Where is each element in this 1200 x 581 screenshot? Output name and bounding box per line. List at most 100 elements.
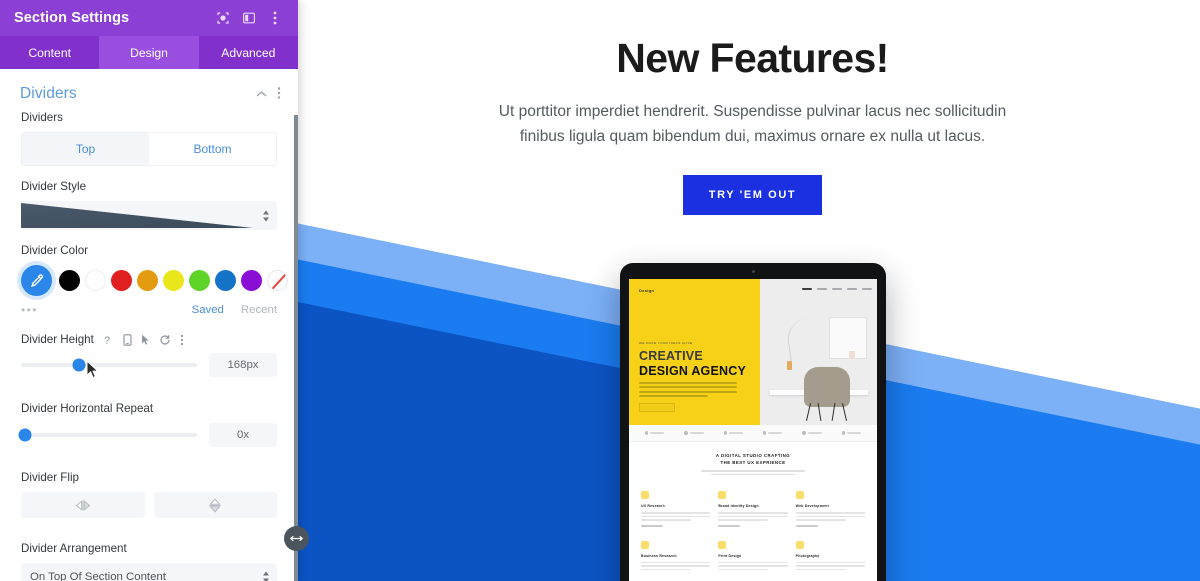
swatch-yellow[interactable] bbox=[163, 270, 184, 291]
field-divider-horizontal-repeat: Divider Horizontal Repeat 0x bbox=[0, 402, 298, 447]
more-options-icon[interactable] bbox=[262, 5, 288, 31]
try-em-out-button[interactable]: Try 'Em Out bbox=[682, 175, 823, 216]
divider-height-label: Divider Height bbox=[21, 333, 94, 346]
card-link bbox=[718, 524, 741, 527]
card-body bbox=[795, 561, 865, 571]
field-divider-style: Divider Style bbox=[0, 180, 298, 230]
app-root: New Features! Ut porttitor imperdiet hen… bbox=[0, 0, 1200, 581]
panel-resize-edge[interactable] bbox=[294, 115, 298, 581]
dividers-top-option[interactable]: Top bbox=[22, 133, 149, 165]
color-swatch-row bbox=[21, 265, 288, 296]
flip-horizontal-button[interactable] bbox=[21, 492, 145, 518]
tab-design[interactable]: Design bbox=[99, 36, 199, 69]
mockup-plant-decor bbox=[785, 317, 818, 365]
divider-height-slider-row: 168px bbox=[21, 353, 277, 377]
mockup-logo: Design bbox=[639, 288, 655, 293]
reset-icon[interactable] bbox=[159, 334, 171, 346]
panel-tabs: Content Design Advanced bbox=[0, 36, 298, 69]
divider-style-preview bbox=[21, 203, 253, 228]
help-icon[interactable]: ? bbox=[103, 334, 114, 346]
card-body bbox=[718, 512, 788, 521]
dividers-bottom-option[interactable]: Bottom bbox=[149, 133, 276, 165]
swatch-none[interactable] bbox=[267, 270, 288, 291]
field-options-icon[interactable] bbox=[180, 334, 184, 346]
card-body bbox=[718, 561, 788, 571]
field-divider-color: Divider Color bbox=[0, 244, 298, 296]
swatch-purple[interactable] bbox=[241, 270, 262, 291]
card-title: UX Research bbox=[641, 504, 665, 509]
divider-horizontal-repeat-label: Divider Horizontal Repeat bbox=[21, 402, 154, 415]
svg-text:?: ? bbox=[104, 335, 110, 346]
card-title: Web Development bbox=[795, 504, 829, 509]
mockup-nav bbox=[801, 288, 872, 291]
flip-vertical-button[interactable] bbox=[153, 492, 277, 518]
card-icon bbox=[795, 491, 804, 500]
divider-repeat-slider-knob[interactable] bbox=[18, 428, 32, 442]
divider-horizontal-repeat-value[interactable]: 0x bbox=[209, 423, 277, 447]
card-icon bbox=[795, 540, 804, 549]
layout-panel-icon[interactable] bbox=[236, 5, 262, 31]
panel-body: Dividers Dividers Top Bottom Divider Sty… bbox=[0, 69, 298, 581]
swatch-white[interactable] bbox=[85, 270, 106, 291]
card-link bbox=[641, 524, 663, 527]
mockup-hero-row: Design WE MAKE YOUR IDEAS ALIVE CREATIVE… bbox=[629, 279, 877, 425]
card-link bbox=[795, 524, 818, 527]
responsive-device-icon[interactable] bbox=[123, 333, 132, 346]
field-divider-arrangement: Divider Arrangement On Top Of Section Co… bbox=[0, 542, 298, 581]
mockup-hero-button bbox=[639, 403, 675, 412]
dividers-toggle-group: Top Bottom bbox=[21, 132, 277, 166]
swatch-green[interactable] bbox=[189, 270, 210, 291]
swatch-orange[interactable] bbox=[137, 270, 158, 291]
mockup-feature-iconbar bbox=[629, 425, 877, 442]
divider-height-slider[interactable] bbox=[21, 358, 197, 372]
section-settings-panel: Section Settings Content Design Advanced… bbox=[0, 0, 298, 581]
divider-horizontal-repeat-slider[interactable] bbox=[18, 428, 197, 442]
card-body bbox=[641, 561, 711, 571]
hover-cursor-icon[interactable] bbox=[141, 334, 150, 346]
card-icon bbox=[718, 540, 727, 549]
panel-resize-handle[interactable] bbox=[284, 526, 309, 551]
swatch-black[interactable] bbox=[59, 270, 80, 291]
swatch-blue[interactable] bbox=[215, 270, 236, 291]
field-dividers: Dividers Top Bottom bbox=[0, 111, 298, 166]
mockup-card: UX Research bbox=[641, 491, 711, 527]
divider-repeat-slider-row: 0x bbox=[18, 423, 277, 447]
divider-flip-label: Divider Flip bbox=[21, 471, 79, 484]
divider-height-label-row: Divider Height ? bbox=[21, 333, 277, 346]
mockup-eyebrow: WE MAKE YOUR IDEAS ALIVE bbox=[639, 341, 693, 345]
tablet-screen: Design WE MAKE YOUR IDEAS ALIVE CREATIVE… bbox=[629, 279, 877, 581]
panel-title: Section Settings bbox=[14, 10, 130, 26]
select-stepper-icon bbox=[263, 210, 269, 221]
tab-content[interactable]: Content bbox=[0, 36, 99, 69]
dividers-section-header[interactable]: Dividers bbox=[0, 69, 298, 111]
saved-colors-tab[interactable]: Saved bbox=[192, 304, 224, 316]
card-title: Brand Identity Design bbox=[718, 504, 759, 509]
divider-arrangement-select[interactable]: On Top Of Section Content bbox=[21, 563, 277, 581]
eyedropper-icon[interactable] bbox=[21, 265, 52, 296]
mockup-chair-seat bbox=[804, 367, 851, 407]
select-stepper-icon bbox=[263, 571, 269, 581]
mockup-vase bbox=[787, 361, 793, 370]
mockup-headline-line1: CREATIVE bbox=[639, 349, 703, 363]
swatch-red[interactable] bbox=[111, 270, 132, 291]
target-icon[interactable] bbox=[210, 5, 236, 31]
divider-height-slider-knob[interactable] bbox=[72, 358, 86, 372]
mockup-card: Print Design bbox=[718, 540, 788, 573]
chevron-up-icon[interactable] bbox=[251, 87, 272, 101]
mockup-card: Photography bbox=[795, 540, 865, 573]
card-title: Business Research bbox=[641, 553, 677, 558]
page-title: New Features! bbox=[616, 35, 889, 81]
swatch-more-icon[interactable]: ••• bbox=[21, 303, 192, 317]
mockup-body: A DIGITAL STUDIO CRAFTING THE BEST UX EX… bbox=[629, 442, 877, 573]
divider-style-select[interactable] bbox=[21, 201, 277, 230]
mockup-wall-frame bbox=[828, 317, 867, 359]
section-options-icon[interactable] bbox=[272, 86, 286, 103]
recent-colors-tab[interactable]: Recent bbox=[241, 304, 277, 316]
divider-arrangement-value: On Top Of Section Content bbox=[30, 570, 166, 581]
tab-advanced[interactable]: Advanced bbox=[199, 36, 298, 69]
divider-height-value[interactable]: 168px bbox=[209, 353, 277, 377]
divider-flip-group bbox=[21, 492, 277, 518]
card-icon bbox=[641, 540, 649, 549]
mockup-hero-paragraph bbox=[639, 382, 737, 400]
hero-subheading: Ut porttitor imperdiet hendrerit. Suspen… bbox=[498, 103, 1007, 146]
